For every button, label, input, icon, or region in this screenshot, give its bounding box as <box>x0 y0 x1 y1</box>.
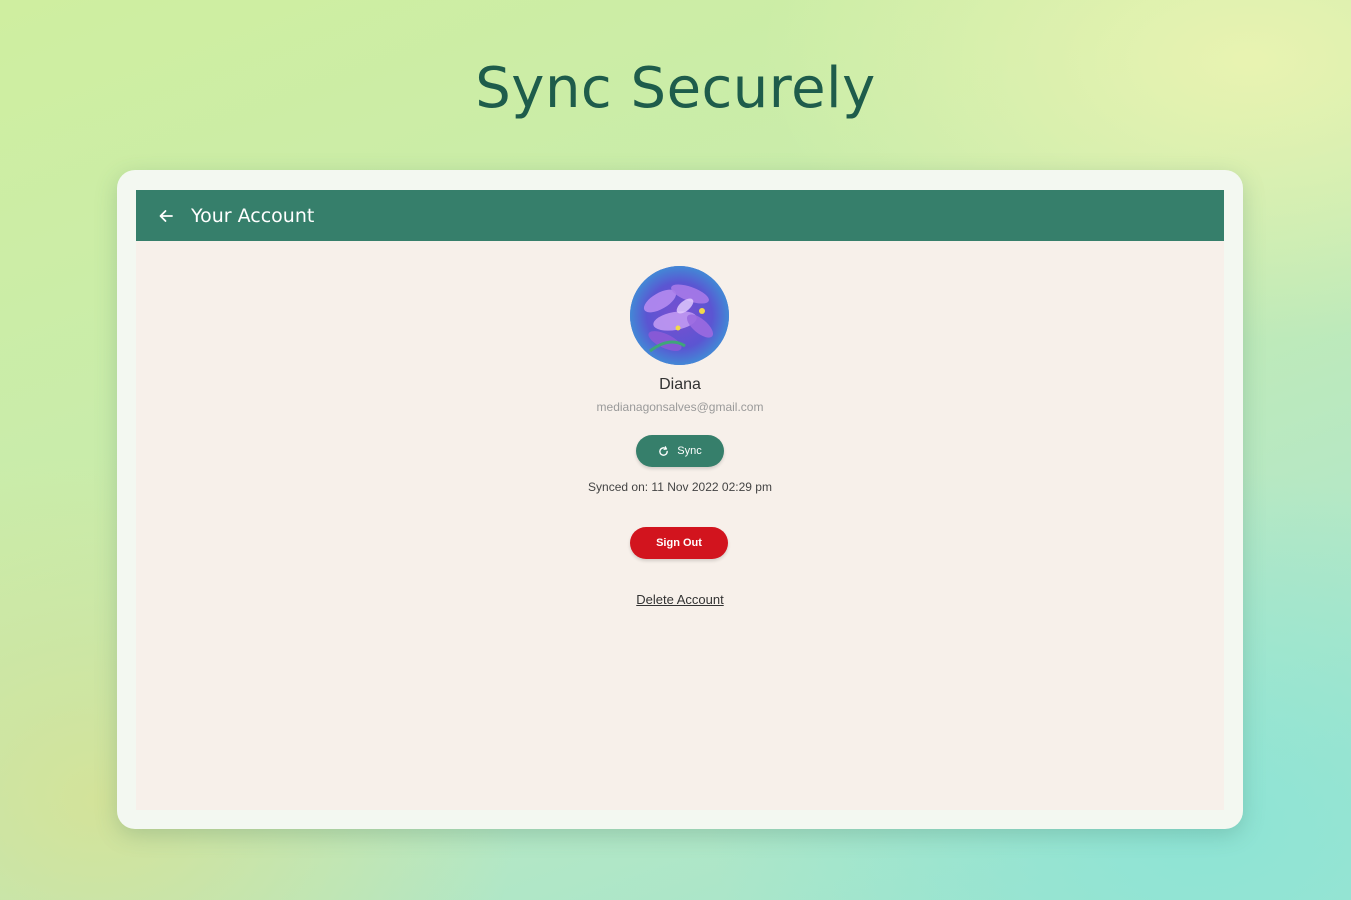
user-email: medianagonsalves@gmail.com <box>596 400 764 414</box>
arrow-left-icon <box>159 209 173 222</box>
sign-out-label: Sign Out <box>656 537 702 549</box>
app-bar: Your Account <box>136 190 1224 241</box>
page-title: Your Account <box>191 204 315 227</box>
back-button[interactable] <box>154 204 178 228</box>
last-synced-text: Synced on: 11 Nov 2022 02:29 pm <box>588 480 772 494</box>
delete-account-row: Delete Account <box>136 592 1224 607</box>
sync-icon <box>659 445 669 456</box>
sync-label: Sync <box>677 445 702 457</box>
sync-button[interactable]: Sync <box>636 435 724 467</box>
avatar <box>630 266 729 365</box>
user-name: Diana <box>659 376 701 393</box>
promo-headline: Sync Securely <box>475 56 876 121</box>
purple-flower-image <box>630 266 729 365</box>
sign-out-button[interactable]: Sign Out <box>630 527 728 559</box>
device-frame: Your Account Diana medianagonsalves@gmai… <box>117 170 1243 829</box>
app-screen: Your Account Diana medianagonsalves@gmai… <box>136 190 1224 810</box>
delete-account-link[interactable]: Delete Account <box>636 592 723 607</box>
